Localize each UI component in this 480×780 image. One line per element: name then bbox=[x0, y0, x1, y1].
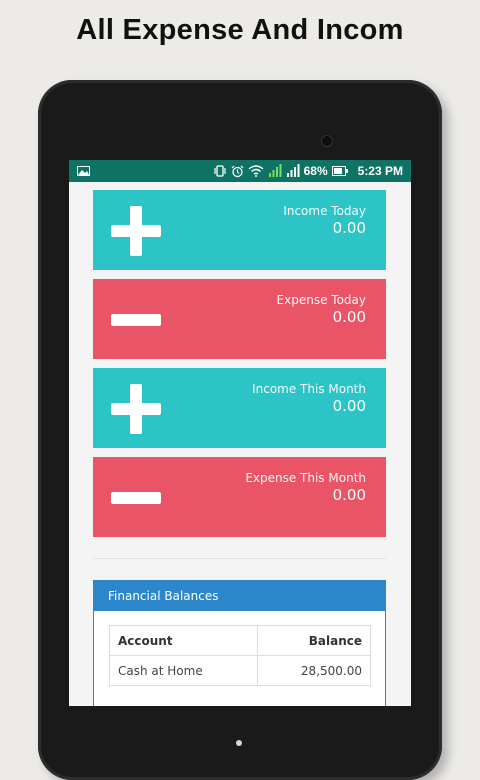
dashboard: Income Today 0.00 Expense Today 0.00 Inc… bbox=[69, 182, 411, 706]
vibrate-icon bbox=[213, 165, 227, 177]
signal-icon-2 bbox=[286, 164, 300, 178]
app-screen: 68% 5:23 PM Income Today 0.00 Expense To… bbox=[69, 160, 411, 706]
alarm-icon bbox=[231, 165, 244, 178]
section-divider bbox=[93, 558, 386, 559]
home-indicator bbox=[236, 740, 242, 746]
card-label: Income This Month bbox=[252, 382, 366, 396]
column-header-balance: Balance bbox=[256, 625, 372, 656]
income-today-card[interactable]: Income Today 0.00 bbox=[93, 190, 386, 270]
signal-icon bbox=[268, 164, 282, 178]
card-label: Expense This Month bbox=[245, 471, 366, 485]
balances-table: Account Balance Cash at Home 28,500.00 bbox=[109, 625, 372, 686]
card-label: Expense Today bbox=[276, 293, 366, 307]
wifi-icon bbox=[248, 165, 264, 177]
table-row[interactable]: Cash at Home 28,500.00 bbox=[109, 655, 372, 686]
camera-icon bbox=[322, 136, 332, 146]
panel-title: Financial Balances bbox=[94, 581, 385, 611]
minus-icon bbox=[111, 473, 161, 523]
battery-percent: 68% bbox=[303, 164, 328, 178]
status-bar: 68% 5:23 PM bbox=[69, 160, 411, 182]
card-value: 0.00 bbox=[332, 397, 366, 415]
card-value: 0.00 bbox=[332, 219, 366, 237]
card-value: 0.00 bbox=[332, 308, 366, 326]
financial-balances-panel: Financial Balances Account Balance Cash … bbox=[93, 580, 386, 706]
card-label: Income Today bbox=[283, 204, 366, 218]
balance-cell: 28,500.00 bbox=[256, 655, 372, 686]
card-value: 0.00 bbox=[332, 486, 366, 504]
promo-title: All Expense And Incom bbox=[76, 14, 404, 46]
account-cell: Cash at Home bbox=[109, 655, 258, 686]
minus-icon bbox=[111, 295, 161, 345]
image-icon bbox=[77, 166, 90, 176]
plus-icon bbox=[111, 384, 161, 434]
battery-icon bbox=[331, 166, 348, 176]
column-header-account: Account bbox=[109, 625, 258, 656]
expense-month-card[interactable]: Expense This Month 0.00 bbox=[93, 457, 386, 537]
plus-icon bbox=[111, 206, 161, 256]
status-time: 5:23 PM bbox=[357, 164, 403, 178]
tablet-frame: 68% 5:23 PM Income Today 0.00 Expense To… bbox=[38, 80, 442, 780]
expense-today-card[interactable]: Expense Today 0.00 bbox=[93, 279, 386, 359]
table-header-row: Account Balance bbox=[109, 625, 372, 656]
income-month-card[interactable]: Income This Month 0.00 bbox=[93, 368, 386, 448]
